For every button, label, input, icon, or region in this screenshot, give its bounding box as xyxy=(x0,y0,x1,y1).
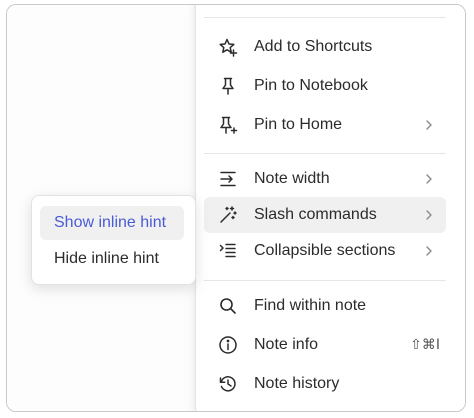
menu-item-pin-to-notebook[interactable]: Pin to Notebook xyxy=(204,68,446,104)
search-icon xyxy=(216,294,240,318)
note-options-menu: Add to Shortcuts Pin to Notebook Pin to … xyxy=(195,5,465,411)
pin-icon xyxy=(216,74,240,98)
submenu-item-hide-inline-hint[interactable]: Hide inline hint xyxy=(40,242,184,276)
menu-item-pin-to-home[interactable]: Pin to Home xyxy=(204,107,446,143)
menu-item-label: Slash commands xyxy=(254,206,377,223)
chevron-right-icon xyxy=(422,172,436,186)
collapsible-list-icon xyxy=(216,239,240,263)
menu-divider xyxy=(204,153,446,154)
width-icon xyxy=(216,167,240,191)
history-icon xyxy=(216,372,240,396)
menu-item-label: Note history xyxy=(254,375,340,392)
menu-divider xyxy=(204,280,446,281)
pin-plus-icon xyxy=(216,113,240,137)
chevron-right-icon xyxy=(422,244,436,258)
menu-divider xyxy=(204,17,446,18)
menu-item-note-width[interactable]: Note width xyxy=(204,161,446,197)
chevron-right-icon xyxy=(422,118,436,132)
menu-item-find-within-note[interactable]: Find within note xyxy=(204,288,446,324)
submenu-item-show-inline-hint[interactable]: Show inline hint xyxy=(40,206,184,240)
menu-item-label: Add to Shortcuts xyxy=(254,38,373,55)
menu-item-note-history[interactable]: Note history xyxy=(204,366,446,402)
keyboard-shortcut: ⇧⌘I xyxy=(410,337,440,353)
menu-item-note-info[interactable]: Note info ⇧⌘I xyxy=(204,327,446,363)
chevron-right-icon xyxy=(422,208,436,222)
menu-item-slash-commands[interactable]: Slash commands xyxy=(204,197,446,233)
slash-commands-submenu: Show inline hint Hide inline hint xyxy=(31,195,196,285)
star-plus-icon xyxy=(216,35,240,59)
menu-item-label: Pin to Home xyxy=(254,116,343,133)
menu-item-collapsible-sections[interactable]: Collapsible sections xyxy=(204,233,446,269)
menu-item-label: Find within note xyxy=(254,297,367,314)
menu-item-label: Pin to Notebook xyxy=(254,77,368,94)
menu-item-label: Note width xyxy=(254,170,330,187)
magic-wand-icon xyxy=(216,203,240,227)
info-icon xyxy=(216,333,240,357)
menu-item-label: Note info xyxy=(254,336,319,353)
menu-item-add-to-shortcuts[interactable]: Add to Shortcuts xyxy=(204,29,446,65)
menu-item-label: Collapsible sections xyxy=(254,242,396,259)
window-frame: Add to Shortcuts Pin to Notebook Pin to … xyxy=(6,4,466,412)
